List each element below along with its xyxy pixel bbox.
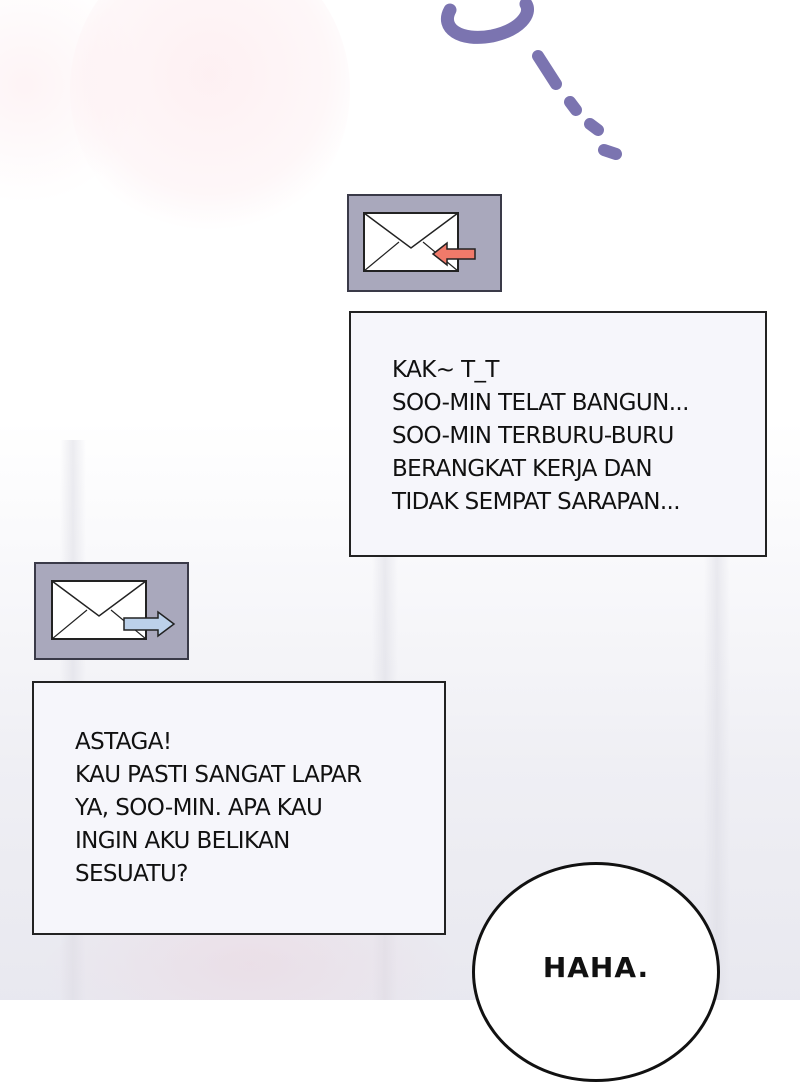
message-line: SESUATU?	[75, 861, 188, 887]
speech-bubble-text: HAHA.	[542, 951, 650, 984]
message-line: INGIN AKU BELIKAN	[75, 828, 290, 854]
outgoing-message-box: ASTAGA! KAU PASTI SANGAT LAPAR YA, SOO-M…	[32, 681, 446, 935]
message-line: YA, SOO-MIN. APA KAU	[75, 795, 323, 821]
speech-bubble: HAHA.	[472, 862, 720, 1082]
message-line: SOO-MIN TERBURU-BURU	[392, 423, 674, 449]
envelope-incoming-icon	[363, 212, 476, 272]
background-bokeh-pink	[70, 0, 350, 240]
message-line: KAK~ T_T	[392, 357, 499, 383]
message-line: ASTAGA!	[75, 729, 172, 755]
message-line: KAU PASTI SANGAT LAPAR	[75, 762, 362, 788]
message-line: SOO-MIN TELAT BANGUN...	[392, 390, 689, 416]
message-line: TIDAK SEMPAT SARAPAN...	[392, 489, 681, 515]
incoming-message-box: KAK~ T_T SOO-MIN TELAT BANGUN... SOO-MIN…	[349, 311, 767, 557]
incoming-mail-icon-box	[347, 194, 502, 292]
envelope-outgoing-icon	[51, 580, 176, 640]
squiggle-doodle-icon	[441, 0, 622, 160]
outgoing-mail-icon-box	[34, 562, 189, 660]
message-line: BERANGKAT KERJA DAN	[392, 456, 653, 482]
